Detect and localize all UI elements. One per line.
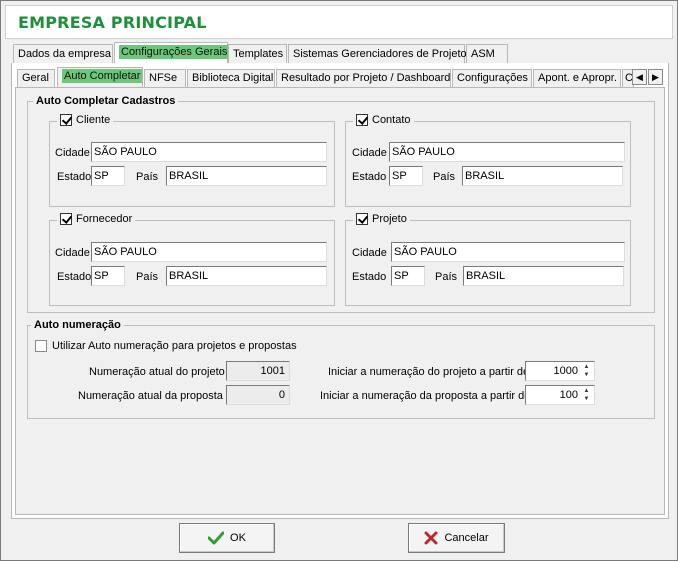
tab-label: Apont. e Apropr. (538, 72, 617, 84)
tab-label: Configurações Gerais (119, 45, 230, 59)
tab-label: Sistemas Gerenciadores de Projeto (293, 48, 467, 60)
cliente-label: Cliente (76, 114, 111, 126)
subtab-configuracoes[interactable]: Configurações (452, 69, 532, 88)
tab-label: NFSe (149, 72, 178, 84)
tab-label: Geral (22, 72, 49, 84)
subtab-biblioteca-digital[interactable]: Biblioteca Digital (187, 69, 275, 88)
cliente-estado-input[interactable]: SP (91, 166, 125, 186)
tab-label: Configurações (457, 72, 528, 84)
cidade-label: Cidade (352, 247, 387, 259)
numeracao-projeto-value: 1001 (226, 361, 290, 381)
cliente-legend: Cliente (57, 114, 114, 126)
contato-legend: Contato (353, 114, 414, 126)
window-title: EMPRESA PRINCIPAL (18, 13, 207, 32)
contato-cidade-input[interactable]: SÃO PAULO (389, 142, 625, 162)
auto-completar-legend: Auto Completar Cadastros (33, 95, 179, 107)
check-icon (208, 531, 225, 545)
tab-label: ASM (471, 48, 495, 60)
spin-down-icon[interactable]: ▼ (580, 371, 593, 379)
projeto-label: Projeto (372, 213, 407, 225)
auto-numeracao-checkbox[interactable] (35, 340, 47, 352)
tab-asm[interactable]: ASM (466, 44, 508, 64)
pais-label: País (136, 271, 159, 283)
contato-estado-input[interactable]: SP (389, 166, 423, 186)
estado-label: Estado (57, 171, 92, 183)
ok-button[interactable]: OK (179, 523, 275, 553)
subtab-resultado-dashboard[interactable]: Resultado por Projeto / Dashboard (276, 69, 451, 88)
iniciar-proposta-value: 100 (559, 389, 578, 401)
iniciar-proposta-stepper[interactable]: 100 ▲ ▼ (525, 385, 595, 405)
tab-label: Auto Completar (62, 69, 143, 83)
tab-templates[interactable]: Templates (228, 44, 287, 64)
estado-label: Estado (352, 171, 387, 183)
subtab-auto-completar[interactable]: Auto Completar (57, 67, 143, 88)
subtab-nfse[interactable]: NFSe (144, 69, 186, 88)
pais-label: País (433, 171, 456, 183)
fornecedor-label: Fornecedor (76, 213, 133, 225)
cidade-label: Cidade (55, 247, 90, 259)
cliente-cidade-input[interactable]: SÃO PAULO (91, 142, 327, 162)
auto-numeracao-option[interactable]: Utilizar Auto numeração para projetos e … (35, 340, 297, 352)
numeracao-proposta-value: 0 (226, 385, 290, 405)
cancel-label: Cancelar (444, 532, 489, 544)
spin-up-icon[interactable]: ▲ (580, 363, 593, 371)
ok-label: OK (230, 532, 246, 544)
tab-label: Biblioteca Digital (192, 72, 274, 84)
arrow-right-icon[interactable]: ▶ (648, 69, 663, 85)
contato-group (345, 121, 631, 207)
auto-numeracao-checkbox-label: Utilizar Auto numeração para projetos e … (52, 340, 297, 352)
cidade-label: Cidade (55, 147, 90, 159)
cancel-button[interactable]: Cancelar (408, 523, 505, 553)
fornecedor-estado-input[interactable]: SP (91, 266, 125, 286)
tab-configuracoes-gerais[interactable]: Configurações Gerais (114, 42, 230, 64)
iniciar-projeto-value: 1000 (553, 365, 578, 377)
numeracao-proposta-label: Numeração atual da proposta (78, 390, 223, 402)
pais-label: País (136, 171, 159, 183)
spin-down-icon[interactable]: ▼ (580, 395, 593, 403)
projeto-checkbox[interactable] (356, 213, 368, 225)
projeto-pais-input[interactable]: BRASIL (463, 266, 624, 286)
iniciar-proposta-label: Iniciar a numeração da proposta a partir… (320, 390, 531, 402)
projeto-group (345, 220, 631, 306)
auto-numeracao-legend: Auto numeração (31, 319, 124, 331)
iniciar-projeto-label: Iniciar a numeração do projeto a partir … (328, 366, 530, 378)
title-bar: EMPRESA PRINCIPAL (5, 5, 673, 39)
estado-label: Estado (57, 271, 92, 283)
pais-label: País (435, 271, 458, 283)
contato-checkbox[interactable] (356, 114, 368, 126)
tab-label: Resultado por Projeto / Dashboard (281, 72, 451, 84)
fornecedor-checkbox[interactable] (60, 213, 72, 225)
cliente-group (49, 121, 335, 207)
arrow-left-icon[interactable]: ◀ (632, 69, 647, 85)
tab-label: Templates (233, 48, 284, 60)
subtab-apont-apropr[interactable]: Apont. e Apropr. (533, 69, 621, 88)
cliente-pais-input[interactable]: BRASIL (166, 166, 327, 186)
tab-label: Dados da empresa (18, 48, 111, 60)
fornecedor-group (49, 220, 335, 306)
cliente-checkbox[interactable] (60, 114, 72, 126)
projeto-estado-input[interactable]: SP (391, 266, 425, 286)
numeracao-projeto-label: Numeração atual do projeto (89, 366, 225, 378)
x-icon (424, 531, 438, 545)
projeto-legend: Projeto (353, 213, 410, 225)
contato-label: Contato (372, 114, 411, 126)
spin-up-icon[interactable]: ▲ (580, 387, 593, 395)
projeto-cidade-input[interactable]: SÃO PAULO (391, 242, 625, 262)
fornecedor-legend: Fornecedor (57, 213, 136, 225)
subtab-geral[interactable]: Geral (17, 69, 55, 88)
fornecedor-cidade-input[interactable]: SÃO PAULO (91, 242, 327, 262)
tab-sistemas-gerenciadores[interactable]: Sistemas Gerenciadores de Projeto (288, 44, 467, 64)
fornecedor-pais-input[interactable]: BRASIL (166, 266, 327, 286)
iniciar-projeto-stepper[interactable]: 1000 ▲ ▼ (525, 361, 595, 381)
tab-dados-empresa[interactable]: Dados da empresa (13, 44, 113, 64)
dialog-window: EMPRESA PRINCIPAL Dados da empresa Confi… (0, 0, 678, 561)
cidade-label: Cidade (352, 147, 387, 159)
estado-label: Estado (352, 271, 387, 283)
contato-pais-input[interactable]: BRASIL (462, 166, 623, 186)
